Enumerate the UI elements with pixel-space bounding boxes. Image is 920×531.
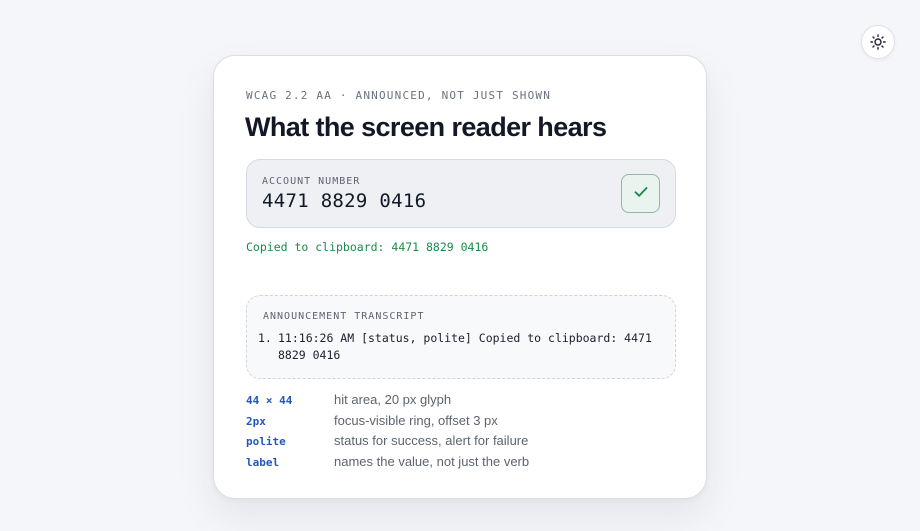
field-label: ACCOUNT NUMBER (262, 176, 361, 187)
demo-card: WCAG 2.2 AA · ANNOUNCED, NOT JUST SHOWN … (213, 55, 707, 499)
spec-key: polite (246, 435, 286, 448)
page-title: What the screen reader hears (245, 112, 607, 142)
account-number-value: 4471 8829 0416 (262, 190, 427, 212)
transcript-list: 1. 11:16:26 AM [status, polite] Copied t… (258, 330, 658, 364)
copy-button[interactable] (621, 174, 660, 213)
checkmark-icon (634, 185, 648, 203)
transcript-label: ANNOUNCEMENT TRANSCRIPT (263, 311, 425, 322)
spec-row: label names the value, not just the verb (246, 454, 686, 475)
sun-icon (870, 34, 886, 50)
spec-description: status for success, alert for failure (334, 433, 529, 448)
account-number-field: ACCOUNT NUMBER 4471 8829 0416 (246, 159, 676, 228)
theme-toggle-button[interactable] (861, 25, 895, 59)
copy-status-message: Copied to clipboard: 4471 8829 0416 (246, 240, 489, 254)
spec-description: names the value, not just the verb (334, 453, 530, 469)
spec-row: polite status for success, alert for fai… (246, 433, 686, 454)
spec-key: 44 × 44 (246, 394, 293, 407)
spec-description: focus-visible ring, offset 3 px (334, 412, 498, 428)
transcript-item-text: 11:16:26 AM [status, polite] Copied to c… (278, 331, 652, 362)
spec-key: label (246, 455, 280, 469)
spec-row: 2px focus-visible ring, offset 3 px (246, 413, 686, 434)
transcript-item: 1. 11:16:26 AM [status, polite] Copied t… (258, 330, 658, 364)
spec-description: hit area, 20 px glyph (334, 392, 452, 407)
eyebrow-label: WCAG 2.2 AA · ANNOUNCED, NOT JUST SHOWN (246, 89, 552, 102)
transcript-item-number: 1. (258, 331, 272, 345)
announcement-transcript: ANNOUNCEMENT TRANSCRIPT 1. 11:16:26 AM [… (246, 295, 676, 379)
spec-key: 2px (246, 414, 266, 428)
spec-row: 44 × 44 hit area, 20 px glyph (246, 392, 686, 413)
spec-list: 44 × 44 hit area, 20 px glyph 2px focus-… (246, 392, 686, 474)
